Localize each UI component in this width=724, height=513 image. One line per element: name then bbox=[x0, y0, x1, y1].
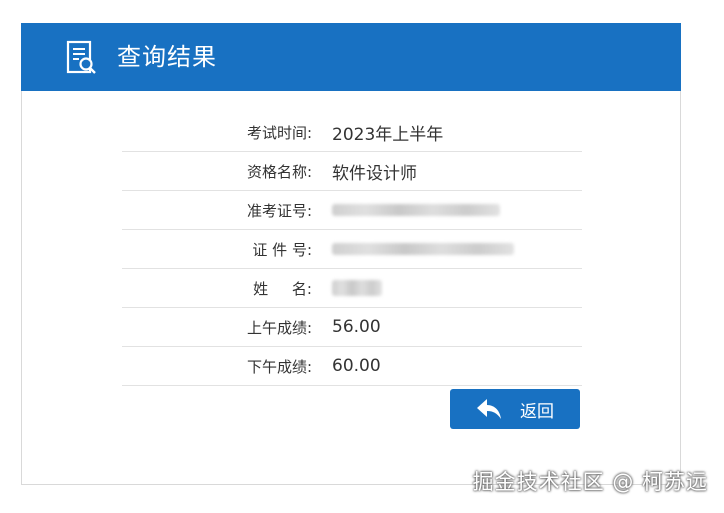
back-button[interactable]: 返回 bbox=[450, 389, 580, 429]
row-label: 证 件 号: bbox=[252, 240, 312, 259]
row-label: 下午成绩: bbox=[246, 357, 312, 376]
row-id-number: 证 件 号: bbox=[122, 230, 582, 269]
result-table: 考试时间: 2023年上半年 资格名称: 软件设计师 准考证号: 证 件 号: … bbox=[122, 113, 582, 386]
back-arrow-icon bbox=[476, 398, 502, 420]
redacted-value bbox=[332, 278, 382, 298]
back-button-label: 返回 bbox=[520, 401, 554, 422]
watermark: 掘金技术社区 @ 柯苏远 bbox=[472, 470, 708, 494]
row-admission-number: 准考证号: bbox=[122, 191, 582, 230]
redacted-value bbox=[332, 200, 500, 220]
row-label: 准考证号: bbox=[246, 201, 312, 220]
row-label: 姓 名: bbox=[253, 279, 312, 298]
row-morning-score: 上午成绩: 56.00 bbox=[122, 308, 582, 347]
row-label: 上午成绩: bbox=[246, 318, 312, 337]
row-name: 姓 名: bbox=[122, 269, 582, 308]
row-value: 2023年上半年 bbox=[332, 124, 444, 145]
row-value: 56.00 bbox=[332, 317, 381, 337]
row-afternoon-score: 下午成绩: 60.00 bbox=[122, 347, 582, 386]
row-value: 软件设计师 bbox=[332, 163, 417, 184]
row-qualification: 资格名称: 软件设计师 bbox=[122, 152, 582, 191]
page-title: 查询结果 bbox=[117, 43, 217, 71]
row-value: 60.00 bbox=[332, 356, 381, 376]
redacted-value bbox=[332, 239, 514, 259]
row-label: 考试时间: bbox=[246, 123, 312, 142]
card-header: 查询结果 bbox=[21, 23, 681, 91]
result-card: 查询结果 考试时间: 2023年上半年 资格名称: 软件设计师 准考证号: 证 … bbox=[21, 23, 681, 485]
document-search-icon bbox=[66, 40, 98, 76]
row-exam-time: 考试时间: 2023年上半年 bbox=[122, 113, 582, 152]
row-label: 资格名称: bbox=[246, 162, 312, 181]
